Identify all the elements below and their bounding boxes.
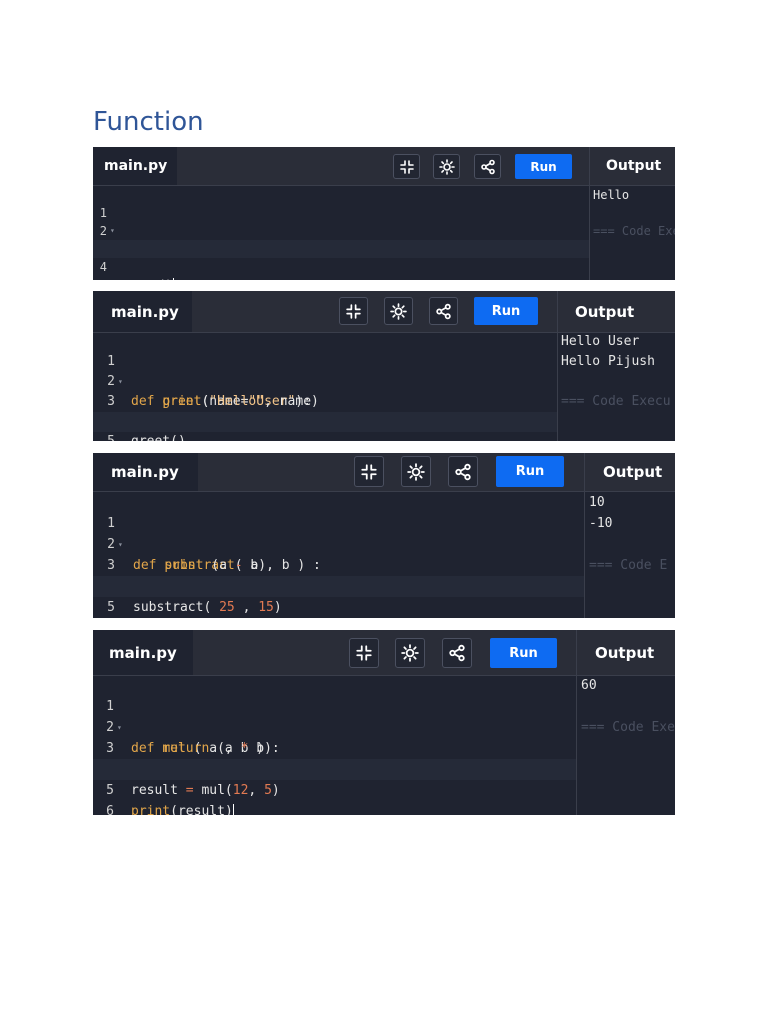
theme-toggle-button[interactable] — [384, 297, 413, 325]
collapse-button[interactable] — [354, 456, 384, 487]
output-label: Output — [557, 291, 675, 332]
run-button-label: Run — [530, 159, 557, 174]
run-button[interactable]: Run — [515, 154, 572, 179]
output-line: === Code E — [589, 558, 668, 573]
output-line: Hello — [593, 188, 630, 202]
theme-toggle-button[interactable] — [433, 154, 460, 179]
output-panel: Hello === Code Exe — [590, 185, 675, 280]
run-button-label: Run — [509, 645, 538, 661]
editor-toolbar: main.py Run Output — [93, 453, 675, 492]
code-line: 3 — [93, 222, 589, 256]
code-editor-1: main.py Run Output 1 ▾ def greet(): 2 pr… — [93, 147, 675, 280]
output-line: Hello User — [561, 334, 640, 349]
line-number: 4 — [99, 260, 107, 274]
editor-toolbar: main.py Run Output — [93, 147, 675, 186]
output-line: === Code Execu — [561, 394, 671, 409]
output-panel: Hello User Hello Pijush === Code Execu — [558, 332, 675, 441]
line-number: 5 — [107, 600, 115, 615]
output-line: -10 — [589, 516, 613, 531]
sun-icon — [407, 462, 425, 481]
collapse-icon — [361, 463, 377, 480]
code-line-active: 5 substract( 15 , 25) — [93, 576, 584, 615]
sun-icon — [390, 302, 407, 320]
code-line-active: 5 greet("Pijush") — [93, 412, 557, 441]
code-line: 4 greet() — [93, 392, 557, 441]
code-editor-2: main.py Run Output 1 ▾ def greet(name="U… — [93, 291, 675, 441]
file-tab-label: main.py — [111, 302, 179, 321]
code-line-active: 4 greet() — [93, 240, 589, 280]
code-line-active: 5 print(result) — [93, 759, 576, 815]
output-line: === Code Exe — [593, 224, 675, 238]
share-button[interactable] — [474, 154, 501, 179]
file-tab-label: main.py — [111, 463, 179, 481]
code-line: 2 print("Hello", name) — [93, 352, 557, 409]
editor-toolbar: main.py Run Output — [93, 630, 675, 676]
theme-toggle-button[interactable] — [401, 456, 431, 487]
code-line: 4 result = mul(12, 5) — [93, 738, 576, 798]
share-button[interactable] — [429, 297, 458, 325]
share-icon — [455, 463, 471, 480]
share-button[interactable] — [448, 456, 478, 487]
output-line: Hello Pijush — [561, 354, 655, 369]
run-button[interactable]: Run — [490, 638, 557, 668]
code-area[interactable]: 1 ▾ def substract( a , b ) : 2 print (a … — [93, 491, 584, 618]
file-tab[interactable]: main.py — [93, 453, 198, 491]
output-label: Output — [576, 630, 675, 675]
code-line: 3 — [93, 534, 584, 573]
sun-icon — [438, 158, 455, 175]
code-line: 2 print("Hello") — [93, 204, 589, 256]
code-line: 4 substract( 25 , 15) — [93, 555, 584, 615]
code-area[interactable]: 1 ▾ def greet(name="User"): 2 print("Hel… — [93, 332, 557, 441]
share-icon — [436, 303, 451, 319]
collapse-icon — [356, 645, 372, 661]
theme-toggle-button[interactable] — [395, 638, 425, 668]
code-line: 1 ▾ def greet(name="User"): — [93, 332, 557, 409]
run-button-label: Run — [491, 303, 521, 319]
code-line: 1 ▾ def greet(): — [93, 186, 589, 256]
file-tab[interactable]: main.py — [93, 630, 193, 675]
collapse-icon — [346, 303, 361, 319]
collapse-button[interactable] — [339, 297, 368, 325]
code-text: print(result) — [131, 801, 234, 815]
output-label: Output — [584, 453, 675, 491]
run-button[interactable]: Run — [496, 456, 564, 487]
share-icon — [449, 644, 465, 662]
output-line: === Code Exe — [581, 720, 675, 735]
code-area[interactable]: 1 ▾ def greet(): 2 print("Hello") 3 4 gr… — [93, 185, 589, 280]
file-tab-label: main.py — [109, 643, 177, 662]
code-text: greet() — [122, 276, 174, 280]
editor-toolbar: main.py Run Output — [93, 291, 675, 333]
code-line: 2 print (a - b) — [93, 513, 584, 573]
line-number: 6 — [106, 804, 114, 815]
line-number: 5 — [101, 432, 115, 441]
file-tab[interactable]: main.py — [93, 147, 177, 185]
collapse-icon — [399, 159, 414, 174]
collapse-button[interactable] — [349, 638, 379, 668]
share-button[interactable] — [442, 638, 472, 668]
code-editor-4: main.py Run Output 1 ▾ def mul ( a , b )… — [93, 630, 675, 815]
code-line: 6 — [93, 780, 576, 815]
run-button[interactable]: Run — [474, 297, 538, 325]
file-tab-label: main.py — [104, 158, 168, 174]
code-line: 1 ▾ def mul ( a , b ) : — [93, 675, 576, 756]
code-text: substract( 25 , 15) — [133, 600, 282, 615]
code-line: 3 — [93, 372, 557, 409]
output-panel: 10 -10 === Code E — [585, 491, 675, 618]
code-editor-3: main.py Run Output 1 ▾ def substract( a … — [93, 453, 675, 618]
code-line: 3 — [93, 717, 576, 756]
output-panel: 60 === Code Exe — [577, 675, 675, 815]
sun-icon — [401, 644, 419, 662]
output-label: Output — [589, 147, 675, 185]
code-area[interactable]: 1 ▾ def mul ( a , b ) : 2 return (a * b)… — [93, 675, 576, 815]
output-line: 10 — [589, 495, 605, 510]
collapse-button[interactable] — [393, 154, 420, 179]
code-line: 1 ▾ def substract( a , b ) : — [93, 492, 584, 573]
run-button-label: Run — [515, 464, 545, 479]
share-icon — [480, 159, 495, 174]
page-heading: Function — [93, 107, 204, 137]
code-line: 2 return (a * b) — [93, 696, 576, 756]
file-tab[interactable]: main.py — [93, 291, 192, 332]
output-line: 60 — [581, 678, 597, 693]
